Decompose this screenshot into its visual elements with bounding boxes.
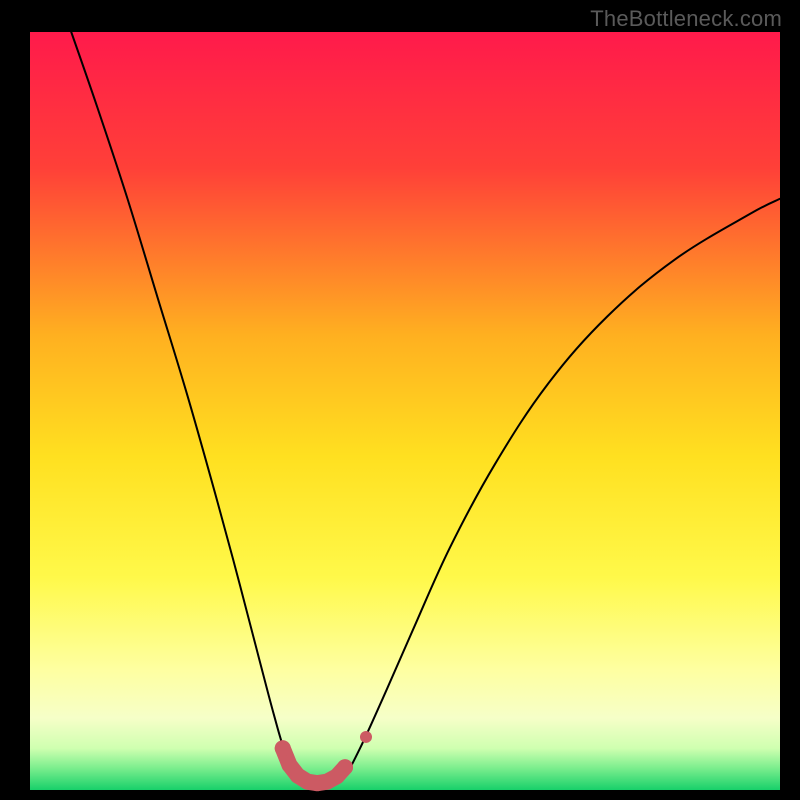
optimum-marker [275,740,291,756]
chart-container: TheBottleneck.com [0,0,800,800]
plot-area [30,32,780,791]
watermark: TheBottleneck.com [590,6,782,32]
optimum-marker [360,731,372,743]
bottleneck-chart [0,0,800,800]
gradient-background [30,32,780,790]
optimum-marker [337,759,353,775]
